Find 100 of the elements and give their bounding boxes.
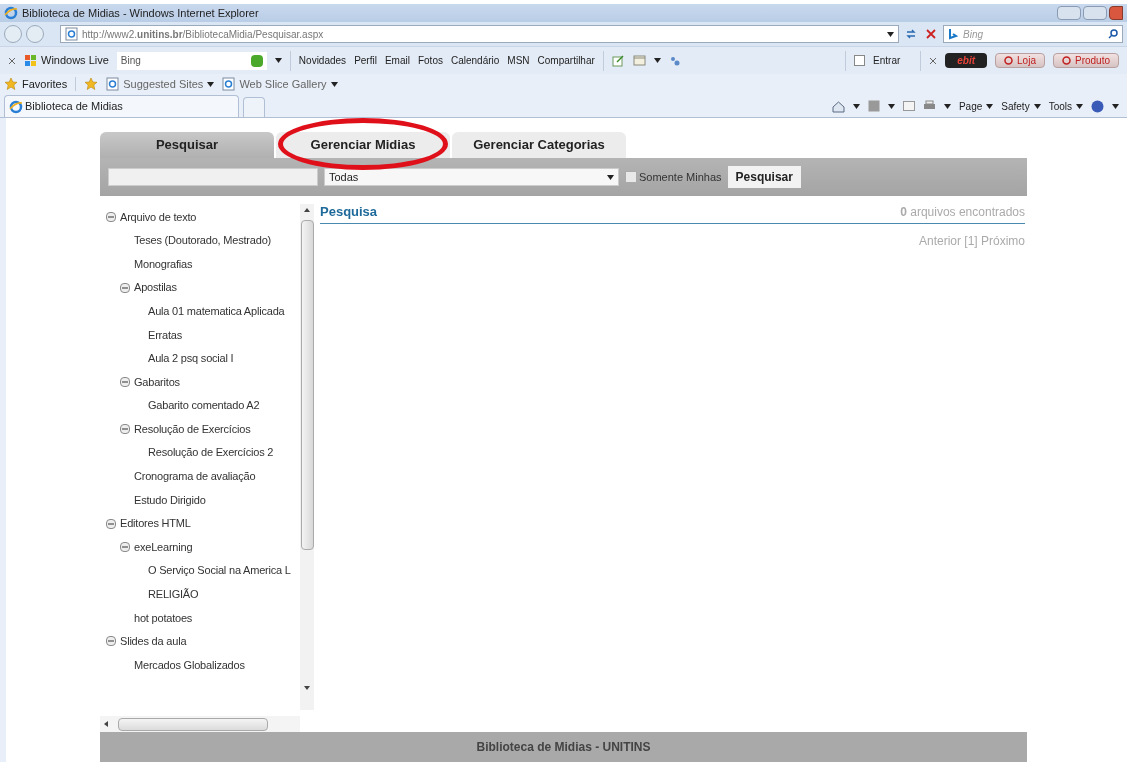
tree-item[interactable]: Estudo Dirigido [134, 491, 206, 509]
tree-item[interactable]: Apostilas [134, 279, 177, 296]
scroll-up-icon[interactable] [304, 208, 310, 212]
scroll-left-icon[interactable] [104, 721, 108, 727]
only-mine-checkbox[interactable] [625, 171, 637, 183]
toolbar-badge[interactable]: ebit [945, 53, 988, 68]
caret-icon [943, 103, 951, 109]
tree-item[interactable]: O Serviço Social na America L [148, 562, 291, 579]
back-button[interactable] [4, 25, 22, 43]
caret-icon [1076, 103, 1083, 109]
favorites-label[interactable]: Favorites [22, 75, 68, 93]
circle-logo-icon [1061, 56, 1071, 65]
print-icon[interactable] [922, 100, 936, 112]
command-menu[interactable]: Tools [1048, 98, 1083, 114]
signin-link[interactable]: Entrar [873, 53, 901, 68]
page-tab[interactable]: Pesquisar [100, 132, 274, 158]
toolbar-link[interactable]: MSN [507, 53, 530, 68]
scroll-down-icon[interactable] [304, 686, 310, 690]
close-button[interactable] [1109, 6, 1123, 20]
caret-icon [653, 58, 661, 63]
command-menu[interactable]: Page [958, 98, 994, 114]
toolbar-link[interactable]: Email [384, 53, 410, 68]
toolbar-link[interactable]: Calendário [450, 53, 500, 68]
category-select[interactable]: Todas [324, 168, 619, 186]
windows-logo-icon [24, 54, 37, 67]
tree-item[interactable]: Aula 01 matematica Aplicada [148, 302, 285, 320]
toolbar-link[interactable]: Perfil [354, 53, 377, 68]
web-search-input[interactable]: Bing [963, 26, 1104, 42]
toolbar-link[interactable]: Novidades [298, 53, 347, 68]
tree-item[interactable]: Cronograma de avaliação [134, 468, 256, 485]
address-field[interactable]: http://www2.unitins.br/BibliotecaMidia/Pesquisar.aspx [60, 25, 899, 43]
tree-item[interactable]: Slides da aula [120, 633, 187, 650]
collapse-icon[interactable] [120, 376, 130, 387]
restore-button[interactable] [1083, 6, 1107, 20]
tree-item[interactable]: Teses (Doutorado, Mestrado) [134, 232, 272, 249]
star-icon [4, 77, 18, 91]
tree-item[interactable]: Resolução de Exercícios 2 [148, 444, 274, 461]
caret-icon [1033, 103, 1041, 109]
results-title: Pesquisa [320, 202, 378, 221]
toolbar-link[interactable]: Fotos [417, 53, 443, 68]
search-engine-logo-icon [948, 28, 959, 40]
tree-item[interactable]: Aula 2 psq social I [148, 350, 234, 367]
tree-item[interactable]: RELIGIÃO [148, 586, 199, 603]
tree-item[interactable]: Erratas [148, 326, 183, 343]
toolbar-search-field[interactable]: Bing [116, 51, 267, 70]
toolbar-link[interactable]: Compartilhar [537, 53, 595, 68]
collapse-icon[interactable] [120, 542, 130, 553]
search-button[interactable]: Pesquisar [727, 166, 801, 188]
page-tab[interactable]: Gerenciar Categorias [452, 132, 626, 158]
collapse-icon[interactable] [106, 211, 116, 222]
checkbox-label: Somente Minhas [639, 169, 722, 185]
tree-item[interactable]: hot potatoes [134, 609, 193, 627]
home-icon[interactable] [831, 99, 845, 113]
page-icon [222, 77, 236, 91]
refresh-icon [905, 28, 917, 40]
caret-icon [852, 103, 860, 109]
tree-item[interactable]: Editores HTML [120, 515, 191, 532]
forward-button[interactable] [26, 25, 44, 43]
toolbar-button[interactable]: Produto [1052, 53, 1119, 68]
minimize-button[interactable] [1057, 6, 1081, 20]
pencil-icon[interactable] [611, 54, 625, 67]
caret-icon [274, 58, 282, 63]
browser-logo-icon [4, 6, 18, 20]
checkbox-icon[interactable] [854, 55, 866, 66]
horizontal-scrollbar[interactable] [100, 716, 300, 732]
caret-icon [607, 174, 614, 180]
toolbar-brand[interactable]: Windows Live [41, 52, 109, 69]
favorites-link[interactable]: Suggested Sites [106, 75, 215, 93]
browser-tab[interactable]: Biblioteca de Midias [4, 95, 239, 117]
collapse-icon[interactable] [106, 636, 116, 647]
mail-icon[interactable] [902, 101, 915, 111]
page-footer: Biblioteca de Midias - UNITINS [100, 732, 1027, 762]
page-tab[interactable]: Gerenciar Midias [276, 132, 450, 158]
window-icon[interactable] [632, 55, 646, 66]
tree-item[interactable]: Arquivo de texto [120, 208, 197, 226]
tree-item[interactable]: Monografias [134, 255, 193, 273]
toolbar-button[interactable]: Loja [995, 53, 1045, 68]
collapse-icon[interactable] [120, 424, 130, 435]
caret-icon [330, 81, 338, 87]
close-icon[interactable] [929, 56, 938, 65]
command-menu[interactable]: Safety [1001, 98, 1041, 114]
search-field[interactable]: Bing [943, 25, 1123, 43]
tree-item[interactable]: Gabarito comentado A2 [148, 397, 260, 414]
caret-icon [986, 103, 994, 109]
search-input[interactable] [108, 168, 318, 186]
caret-icon [887, 103, 895, 109]
close-icon[interactable] [8, 56, 16, 65]
collapse-icon[interactable] [106, 518, 116, 529]
circle-logo-icon [1004, 56, 1014, 65]
tree-item[interactable]: Gabaritos [134, 373, 180, 391]
vertical-scrollbar[interactable] [300, 204, 314, 710]
translate-icon[interactable] [668, 54, 681, 67]
caret-icon [887, 31, 894, 37]
tree-item[interactable]: Mercados Globalizados [134, 656, 245, 674]
favorites-link[interactable]: Web Slice Gallery [222, 75, 338, 93]
collapse-icon[interactable] [120, 282, 130, 293]
page-icon [65, 27, 78, 41]
tree-item[interactable]: Resolução de Exercícios [134, 420, 251, 438]
tree-item[interactable]: exeLearning [134, 538, 193, 556]
toolbar-search-input[interactable]: Bing [120, 53, 247, 68]
